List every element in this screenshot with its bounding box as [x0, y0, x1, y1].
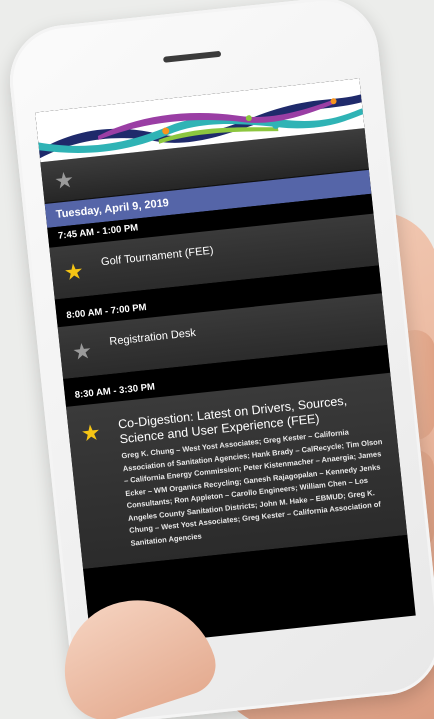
event-list: 7:45 AM - 1:00 PM ★ Golf Tournament (FEE…: [47, 193, 409, 577]
star-icon[interactable]: ★: [80, 419, 120, 446]
star-icon[interactable]: ★: [63, 258, 103, 285]
event-item[interactable]: ★ Co-Digestion: Latest on Drivers, Sourc…: [66, 372, 409, 577]
phone: ★ Tuesday, April 9, 2019 7:45 AM - 1:00 …: [4, 0, 434, 719]
favorites-star-icon[interactable]: ★: [53, 166, 75, 193]
event-title: Golf Tournament (FEE): [100, 244, 215, 269]
screen: ★ Tuesday, April 9, 2019 7:45 AM - 1:00 …: [35, 78, 416, 650]
event-title: Registration Desk: [108, 326, 197, 348]
star-icon[interactable]: ★: [71, 338, 111, 365]
